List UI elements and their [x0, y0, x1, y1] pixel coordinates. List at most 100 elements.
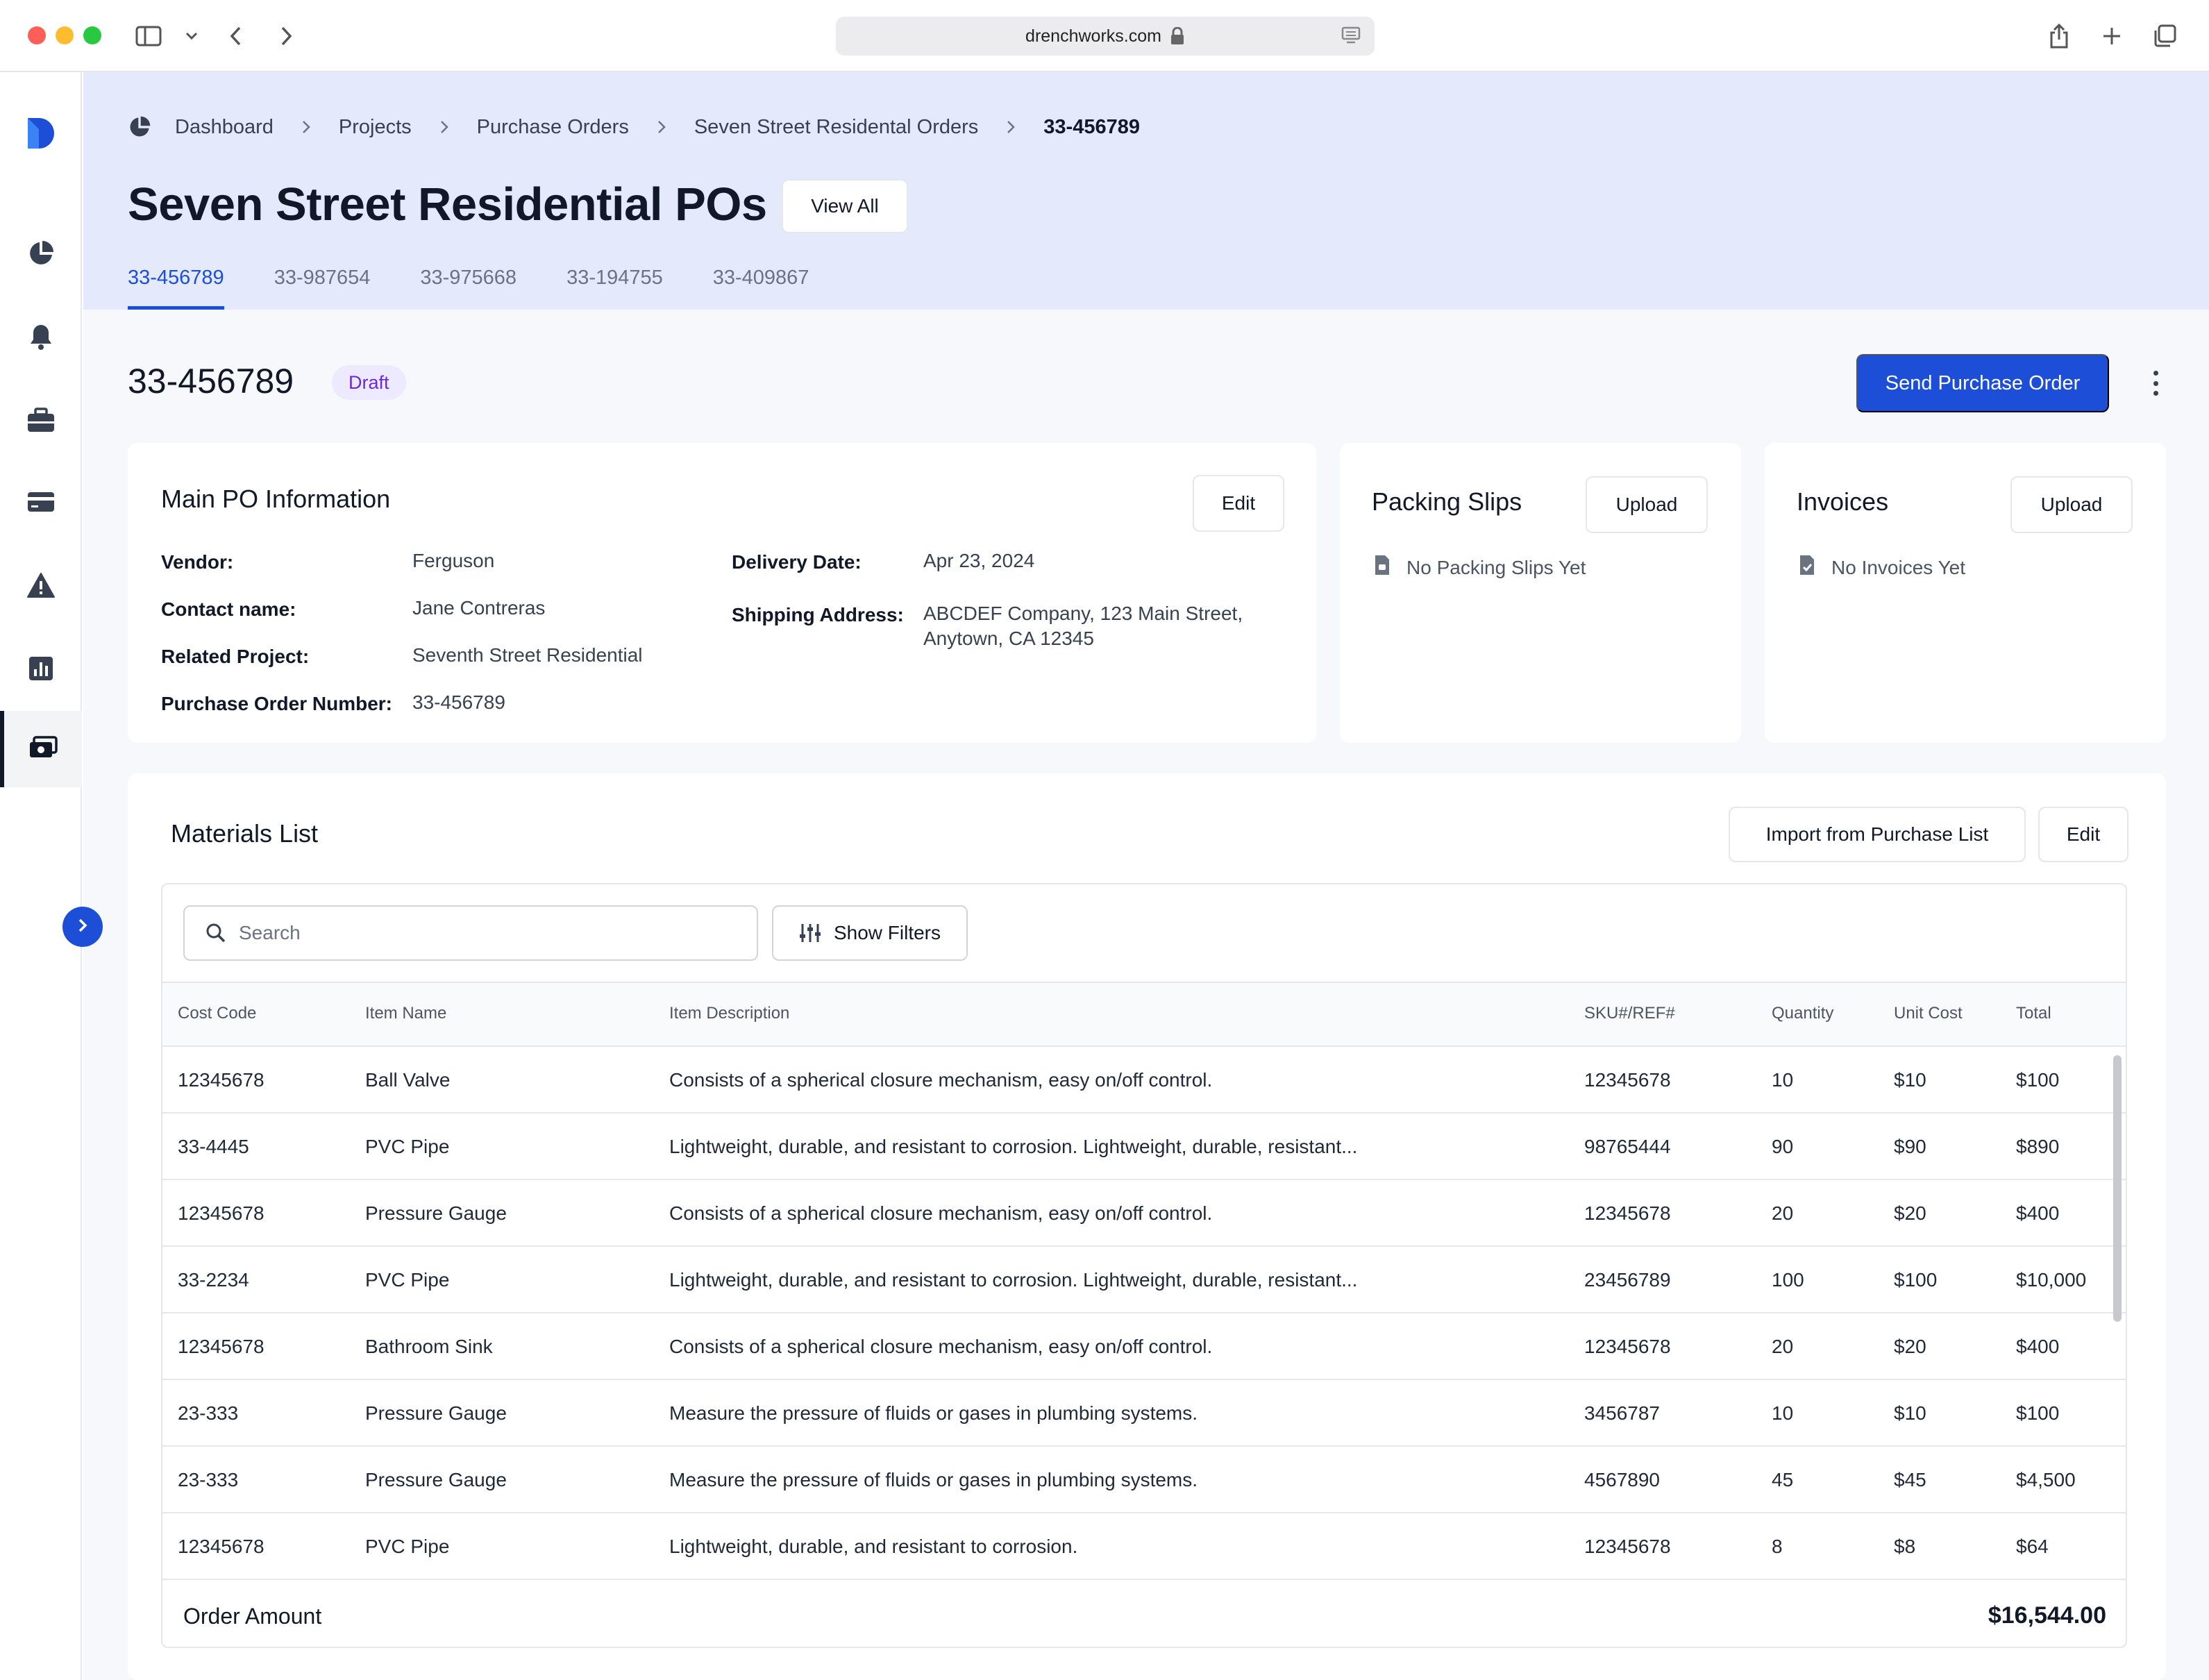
cell-item-name: Bathroom Sink [365, 1336, 493, 1357]
invoices-empty-text: No Invoices Yet [1831, 556, 1966, 578]
cell-cost-code: 12345678 [178, 1336, 264, 1357]
expand-sidebar-button[interactable] [62, 907, 103, 947]
column-item-name[interactable]: Item Name [365, 1004, 446, 1023]
column-unit-cost[interactable]: Unit Cost [1894, 1004, 1963, 1023]
tab-po-194755[interactable]: 33-194755 [566, 262, 663, 310]
order-amount-row: Order Amount $16,544.00 [162, 1581, 2126, 1647]
sidebar-item-projects[interactable] [0, 383, 82, 460]
cell-total: $400 [2016, 1202, 2060, 1224]
chevron-right-icon [76, 917, 89, 937]
close-window-button[interactable] [28, 26, 46, 44]
sidebar-item-payments[interactable] [0, 465, 82, 541]
cell-total: $64 [2016, 1536, 2049, 1557]
table-row[interactable]: 33-2234 PVC Pipe Lightweight, durable, and… [162, 1247, 2126, 1313]
pie-chart-icon [27, 240, 55, 271]
po-number-label: Purchase Order Number: [161, 693, 392, 714]
table-header: Cost Code Item Name Item Description SKU… [162, 982, 2126, 1047]
po-tabs: 33-456789 33-987654 33-975668 33-194755 … [128, 262, 859, 310]
edit-po-info-button[interactable]: Edit [1193, 475, 1284, 532]
delivery-date-value: Apr 23, 2024 [923, 550, 1035, 571]
upload-packing-slip-button[interactable]: Upload [1586, 476, 1708, 533]
share-icon[interactable] [2044, 21, 2074, 51]
cell-item-name: PVC Pipe [365, 1269, 450, 1291]
reader-mode-icon[interactable] [1341, 26, 1361, 49]
table-row[interactable]: 12345678 Bathroom Sink Consists of a spher… [162, 1313, 2126, 1380]
table-row[interactable]: 23-333 Pressure Gauge Measure the pressure… [162, 1380, 2126, 1447]
cell-quantity: 20 [1772, 1336, 1794, 1357]
search-input[interactable]: Search [183, 905, 758, 961]
order-amount-value: $16,544.00 [1988, 1602, 2106, 1629]
table-row[interactable]: 12345678 PVC Pipe Lightweight, durable, an… [162, 1513, 2126, 1580]
show-filters-button[interactable]: Show Filters [772, 905, 968, 961]
dashboard-pie-icon[interactable] [128, 115, 151, 139]
table-row[interactable]: 33-4445 PVC Pipe Lightweight, durable, and… [162, 1114, 2126, 1180]
cell-cost-code: 12345678 [178, 1069, 264, 1091]
column-cost-code[interactable]: Cost Code [178, 1004, 256, 1023]
more-options-icon[interactable] [2145, 367, 2166, 400]
cell-quantity: 10 [1772, 1069, 1794, 1091]
page-header: Dashboard Projects Purchase Orders Seven… [83, 72, 2209, 310]
address-bar[interactable]: drenchworks.com [836, 17, 1375, 56]
credit-card-icon [26, 491, 56, 516]
cell-sku: 4567890 [1584, 1469, 1661, 1490]
cell-cost-code: 12345678 [178, 1536, 264, 1557]
sidebar-item-alerts[interactable] [0, 548, 82, 625]
back-icon[interactable] [221, 21, 251, 51]
tab-overview-icon[interactable] [2149, 21, 2180, 51]
sidebar-item-reports[interactable] [0, 632, 82, 708]
cell-quantity: 100 [1772, 1269, 1804, 1291]
table-row[interactable]: 12345678 Pressure Gauge Consists of a sphe… [162, 1180, 2126, 1247]
cell-sku: 12345678 [1584, 1536, 1671, 1557]
document-icon [1373, 554, 1391, 581]
shipping-address-line2: Anytown, CA 12345 [923, 628, 1094, 649]
cell-cost-code: 23-333 [178, 1469, 239, 1490]
edit-materials-button[interactable]: Edit [2038, 807, 2128, 862]
column-sku[interactable]: SKU#/REF# [1584, 1004, 1675, 1023]
cell-sku: 12345678 [1584, 1336, 1671, 1357]
sidebar-toggle-icon[interactable] [133, 21, 164, 51]
main-po-info-title: Main PO Information [161, 485, 391, 513]
tab-po-456789[interactable]: 33-456789 [128, 262, 224, 310]
main-content: 33-456789 Draft Send Purchase Order Main… [83, 310, 2209, 1680]
sidebar-item-dashboard[interactable] [0, 217, 82, 293]
tab-po-975668[interactable]: 33-975668 [420, 262, 516, 310]
drenchworks-logo[interactable] [25, 115, 57, 151]
column-total[interactable]: Total [2016, 1004, 2051, 1023]
cell-unit-cost: $100 [1894, 1269, 1938, 1291]
cell-item-description: Consists of a spherical closure mechanis… [669, 1069, 1213, 1091]
sidebar-item-notifications[interactable] [0, 300, 82, 376]
chevron-down-icon[interactable] [176, 21, 207, 51]
cell-total: $10,000 [2016, 1269, 2087, 1291]
minimize-window-button[interactable] [56, 26, 74, 44]
zoom-window-button[interactable] [83, 26, 101, 44]
document-check-icon [1798, 554, 1816, 581]
new-tab-icon[interactable] [2097, 21, 2127, 51]
breadcrumb-purchase-orders[interactable]: Purchase Orders [477, 116, 629, 139]
search-icon [205, 923, 226, 943]
cell-unit-cost: $10 [1894, 1069, 1926, 1091]
view-all-button[interactable]: View All [782, 179, 908, 233]
upload-invoice-button[interactable]: Upload [2010, 476, 2133, 533]
cell-item-name: PVC Pipe [365, 1536, 450, 1557]
breadcrumb-dashboard[interactable]: Dashboard [175, 116, 274, 139]
url-text: drenchworks.com [1025, 26, 1161, 46]
table-row[interactable]: 23-333 Pressure Gauge Measure the pressure… [162, 1447, 2126, 1513]
breadcrumb-projects[interactable]: Projects [339, 116, 412, 139]
column-quantity[interactable]: Quantity [1772, 1004, 1833, 1023]
cell-sku: 3456787 [1584, 1402, 1661, 1424]
tab-po-409867[interactable]: 33-409867 [713, 262, 809, 310]
table-row[interactable]: 12345678 Ball Valve Consists of a spherica… [162, 1047, 2126, 1114]
po-number-value: 33-456789 [412, 691, 505, 713]
send-purchase-order-button[interactable]: Send Purchase Order [1856, 354, 2109, 412]
tab-po-987654[interactable]: 33-987654 [274, 262, 371, 310]
cell-total: $400 [2016, 1336, 2060, 1357]
packing-slips-card: Packing Slips Upload No Packing Slips Ye… [1340, 443, 1741, 743]
import-from-purchase-list-button[interactable]: Import from Purchase List [1729, 807, 2026, 862]
breadcrumb-residential-orders[interactable]: Seven Street Residental Orders [694, 116, 978, 139]
table-scrollbar[interactable] [2113, 1055, 2122, 1322]
cell-item-description: Lightweight, durable, and resistant to c… [669, 1136, 1358, 1157]
column-item-description[interactable]: Item Description [669, 1004, 789, 1023]
forward-icon[interactable] [271, 21, 301, 51]
chevron-right-icon [657, 119, 666, 135]
sidebar-item-purchase-orders[interactable] [0, 711, 82, 787]
